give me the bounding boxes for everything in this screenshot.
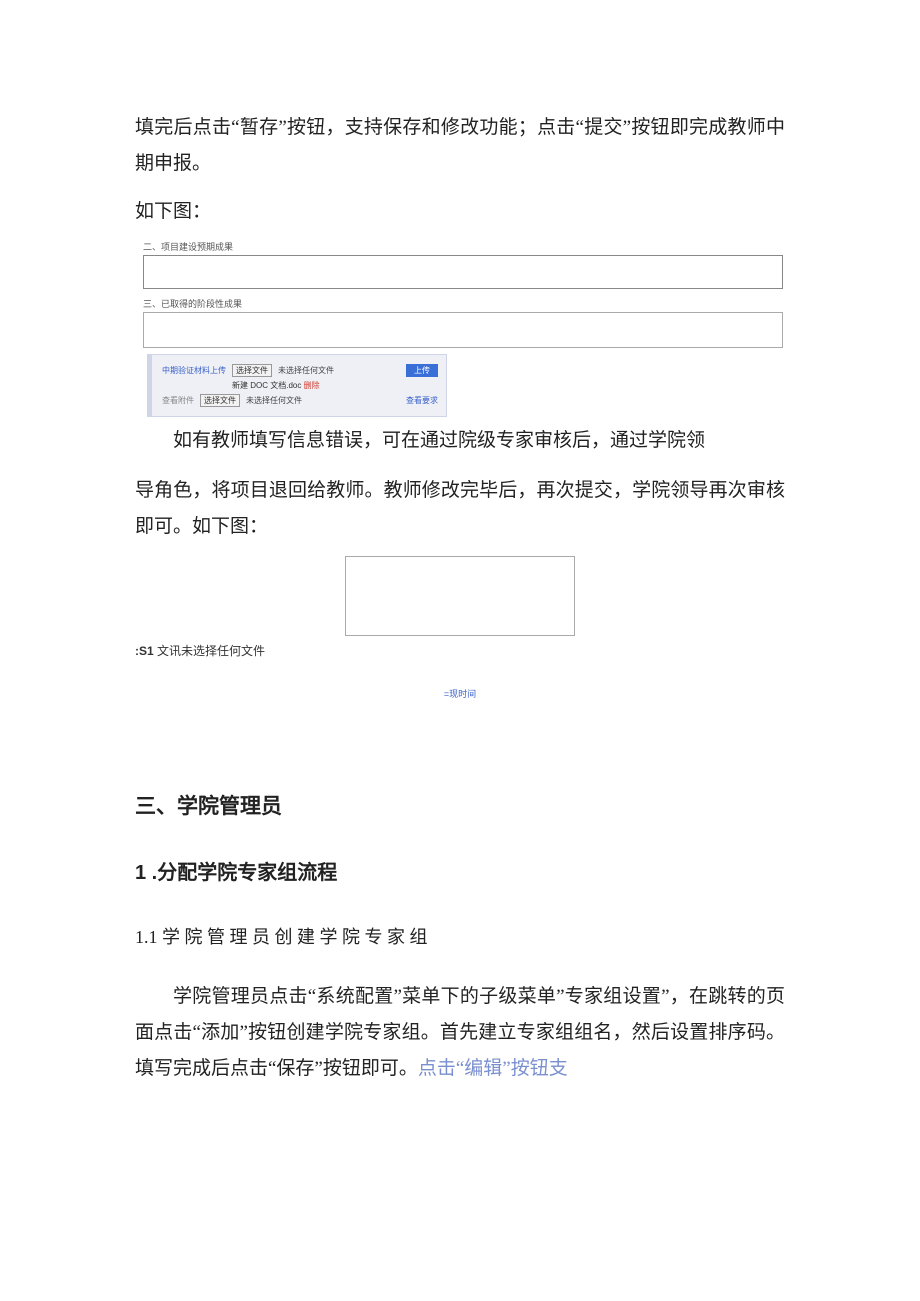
return-paragraph-line2: 导角色，将项目退回给教师。教师修改完毕后，再次提交，学院领导再次审核即可。如下图…: [135, 473, 785, 545]
choose-file-button-1[interactable]: 选择文件: [232, 364, 272, 377]
upload-button[interactable]: 上传: [406, 364, 438, 377]
upload-label-view-attachment: 查看附件: [162, 395, 194, 406]
time-label: =现时间: [135, 687, 785, 700]
file-none-text-2: 未选择任何文件: [246, 395, 302, 406]
view-requirements-link[interactable]: 查看要求: [406, 395, 438, 406]
upload-label-midterm: 中期验证材料上传: [162, 365, 226, 376]
paragraph-intro: 填完后点击“暂存”按钮，支持保存和修改功能；点击“提交”按钮即完成教师中期申报。: [135, 110, 785, 182]
heading-sub-1: 1 .分配学院专家组流程: [135, 856, 785, 885]
embed-textarea-expected-results[interactable]: [143, 255, 783, 289]
return-text-1: 如有教师填写信息错误，可在通过院级专家审核后，通过学院领: [173, 430, 705, 451]
upload-panel: 中期验证材料上传 选择文件 未选择任何文件 上传 新建 DOC 文档.doc 删…: [147, 354, 447, 417]
embed-textarea-stage-results[interactable]: [143, 312, 783, 348]
upload-row-2: 查看附件 选择文件 未选择任何文件 查看要求: [162, 394, 438, 407]
embed-section-3-label: 三、已取得的阶段性成果: [143, 297, 785, 310]
caption-figure-1: 如下图：: [135, 194, 785, 230]
embedded-screenshot-1: 二、项目建设预期成果 三、已取得的阶段性成果 中期验证材料上传 选择文件 未选择…: [143, 240, 785, 417]
heading-section-3: 三、学院管理员: [135, 790, 785, 820]
embedded-textarea-2[interactable]: [345, 556, 575, 636]
embed-section-2-label: 二、项目建设预期成果: [143, 240, 785, 253]
s1-line: :S1 文讯未选择任何文件: [135, 642, 785, 659]
return-paragraph-line1: 如有教师填写信息错误，可在通过院级专家审核后，通过学院领: [135, 423, 785, 459]
uploaded-doc-line: 新建 DOC 文档.doc 删除: [232, 380, 438, 391]
upload-row-1: 中期验证材料上传 选择文件 未选择任何文件 上传: [162, 364, 438, 377]
uploaded-doc-name: 新建 DOC 文档.doc: [232, 381, 301, 390]
delete-link[interactable]: 删除: [304, 381, 320, 390]
admin-paragraph: 学院管理员点击“系统配置”菜单下的子级菜单”专家组设置”，在跳转的页面点击“添加…: [135, 979, 785, 1087]
heading-subsub-1-1: 1.1 学 院 管 理 员 创 建 学 院 专 家 组: [135, 923, 785, 949]
file-none-text-1: 未选择任何文件: [278, 365, 334, 376]
choose-file-button-2[interactable]: 选择文件: [200, 394, 240, 407]
embedded-screenshot-2-wrap: [135, 556, 785, 636]
admin-para-blue: 点击“编辑”按钮支: [418, 1058, 568, 1079]
s1-label: :S1: [135, 644, 154, 658]
s1-text: 文讯未选择任何文件: [157, 644, 265, 658]
